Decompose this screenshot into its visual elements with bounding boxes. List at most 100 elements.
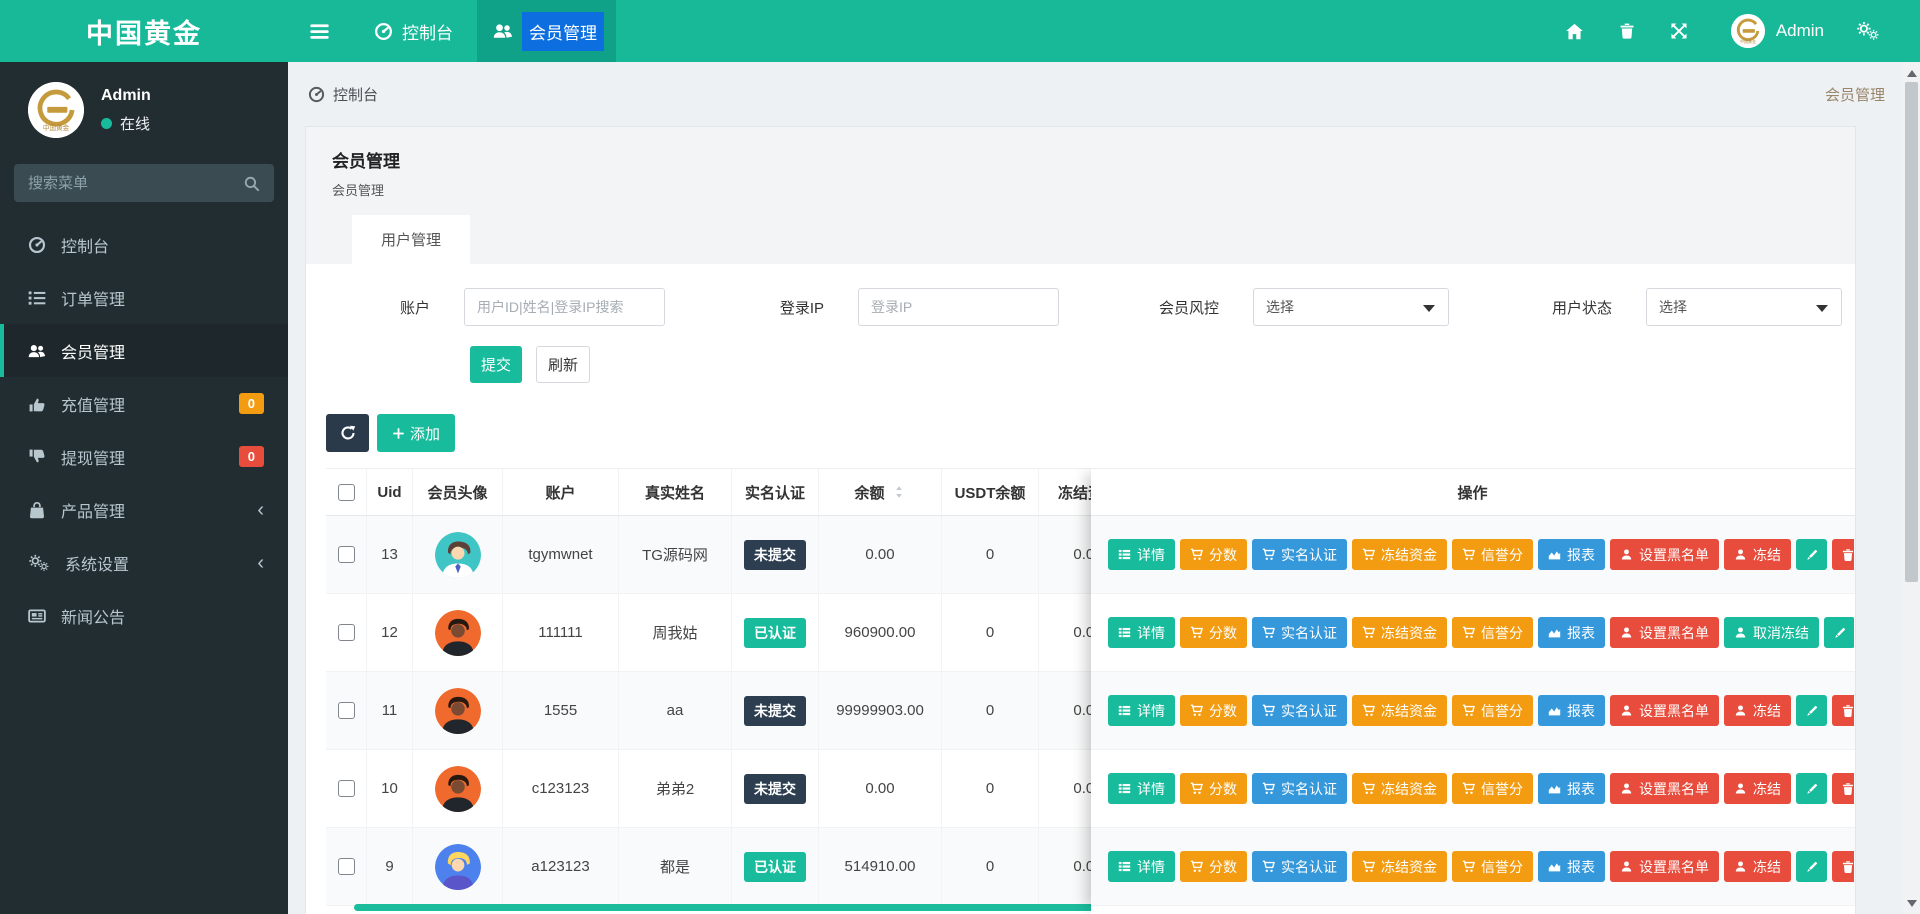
- action-credit-button[interactable]: 信誉分: [1452, 851, 1533, 882]
- action-freeze-funds-button[interactable]: 冻结资金: [1352, 851, 1447, 882]
- action-detail-button[interactable]: 详情: [1108, 773, 1175, 804]
- row-checkbox[interactable]: [337, 624, 355, 641]
- action-edit-button[interactable]: [1796, 851, 1827, 882]
- action-blacklist-button[interactable]: 设置黑名单: [1610, 851, 1719, 882]
- header-账户: 账户: [502, 469, 618, 515]
- sidebar-item-充值管理[interactable]: 充值管理 0: [0, 377, 288, 430]
- action-edit-button[interactable]: [1796, 539, 1827, 570]
- action-realname-button[interactable]: 实名认证: [1252, 851, 1347, 882]
- tab-user-management[interactable]: 用户管理: [352, 215, 471, 264]
- scroll-up-button[interactable]: [1903, 64, 1920, 80]
- home-button[interactable]: [1549, 0, 1601, 62]
- action-freeze-funds-button[interactable]: 冻结资金: [1352, 539, 1447, 570]
- sidebar-item-系统设置[interactable]: 系统设置 ‹: [0, 536, 288, 589]
- action-score-button[interactable]: 分数: [1180, 695, 1247, 726]
- action-label: 分数: [1209, 858, 1237, 875]
- verify-cell: 已认证: [731, 828, 818, 905]
- action-blacklist-button[interactable]: 设置黑名单: [1610, 539, 1719, 570]
- login-ip-input[interactable]: [858, 288, 1059, 326]
- action-edit-button[interactable]: [1796, 695, 1827, 726]
- cart-icon: [1462, 626, 1475, 639]
- submit-button[interactable]: 提交: [470, 346, 522, 383]
- action-freeze-button[interactable]: 冻结: [1724, 695, 1791, 726]
- action-credit-button[interactable]: 信誉分: [1452, 539, 1533, 570]
- action-freeze-funds-button[interactable]: 冻结资金: [1352, 695, 1447, 726]
- settings-button[interactable]: [1842, 0, 1894, 62]
- action-realname-button[interactable]: 实名认证: [1252, 773, 1347, 804]
- brand-logo[interactable]: 中国黄金: [0, 0, 288, 62]
- action-edit-button[interactable]: [1796, 773, 1827, 804]
- account-search-input[interactable]: [464, 288, 665, 326]
- breadcrumb-home[interactable]: 控制台: [333, 84, 378, 105]
- action-report-button[interactable]: 报表: [1538, 773, 1605, 804]
- nav-tab-console[interactable]: 控制台: [350, 0, 477, 62]
- action-delete-button[interactable]: [1832, 539, 1854, 570]
- user-status-select[interactable]: 选择: [1646, 288, 1842, 326]
- sidebar-item-控制台[interactable]: 控制台: [0, 218, 288, 271]
- action-edit-button[interactable]: [1824, 617, 1854, 648]
- action-score-button[interactable]: 分数: [1180, 617, 1247, 648]
- refresh-button[interactable]: 刷新: [536, 346, 590, 383]
- menu-search-input[interactable]: [28, 174, 243, 192]
- action-credit-button[interactable]: 信誉分: [1452, 617, 1533, 648]
- action-score-button[interactable]: 分数: [1180, 539, 1247, 570]
- action-report-button[interactable]: 报表: [1538, 617, 1605, 648]
- action-blacklist-button[interactable]: 设置黑名单: [1610, 773, 1719, 804]
- action-freeze-button[interactable]: 冻结: [1724, 773, 1791, 804]
- select-all-checkbox[interactable]: [337, 483, 355, 501]
- action-report-button[interactable]: 报表: [1538, 695, 1605, 726]
- action-detail-button[interactable]: 详情: [1108, 617, 1175, 648]
- action-delete-button[interactable]: [1832, 851, 1854, 882]
- action-freeze-funds-button[interactable]: 冻结资金: [1352, 773, 1447, 804]
- row-checkbox[interactable]: [337, 858, 355, 875]
- sidebar-toggle-button[interactable]: [288, 0, 350, 62]
- add-member-button[interactable]: 添加: [377, 414, 456, 452]
- reload-table-button[interactable]: [326, 414, 369, 452]
- user-menu[interactable]: Admin: [1705, 14, 1842, 48]
- risk-select[interactable]: 选择: [1253, 288, 1449, 326]
- action-freeze-button[interactable]: 冻结: [1724, 851, 1791, 882]
- sidebar-item-产品管理[interactable]: 产品管理 ‹: [0, 483, 288, 536]
- action-blacklist-button[interactable]: 设置黑名单: [1610, 695, 1719, 726]
- action-unfreeze-button[interactable]: 取消冻结: [1724, 617, 1819, 648]
- sidebar-item-会员管理[interactable]: 会员管理: [0, 324, 288, 377]
- action-freeze-funds-button[interactable]: 冻结资金: [1352, 617, 1447, 648]
- action-blacklist-button[interactable]: 设置黑名单: [1610, 617, 1719, 648]
- action-credit-button[interactable]: 信誉分: [1452, 695, 1533, 726]
- vertical-scrollbar-thumb[interactable]: [1905, 82, 1918, 582]
- row-checkbox[interactable]: [337, 702, 355, 719]
- action-detail-button[interactable]: 详情: [1108, 851, 1175, 882]
- arrow-up-icon: [1906, 65, 1917, 77]
- member-avatar: [435, 610, 481, 656]
- scroll-down-button[interactable]: [1903, 896, 1920, 912]
- action-report-button[interactable]: 报表: [1538, 539, 1605, 570]
- action-realname-button[interactable]: 实名认证: [1252, 617, 1347, 648]
- action-realname-button[interactable]: 实名认证: [1252, 539, 1347, 570]
- action-score-button[interactable]: 分数: [1180, 851, 1247, 882]
- verify-cell: 未提交: [731, 516, 818, 593]
- sidebar-item-提现管理[interactable]: 提现管理 0: [0, 430, 288, 483]
- clear-cache-button[interactable]: [1601, 0, 1653, 62]
- action-realname-button[interactable]: 实名认证: [1252, 695, 1347, 726]
- search-icon[interactable]: [243, 175, 260, 192]
- action-delete-button[interactable]: [1832, 695, 1854, 726]
- action-report-button[interactable]: 报表: [1538, 851, 1605, 882]
- action-credit-button[interactable]: 信誉分: [1452, 773, 1533, 804]
- cell-value: 11: [381, 702, 398, 719]
- action-freeze-button[interactable]: 冻结: [1724, 539, 1791, 570]
- sidebar-item-订单管理[interactable]: 订单管理: [0, 271, 288, 324]
- action-detail-button[interactable]: 详情: [1108, 695, 1175, 726]
- sidebar-item-新闻公告[interactable]: 新闻公告: [0, 589, 288, 642]
- row-checkbox[interactable]: [337, 780, 355, 797]
- nav-tab-members[interactable]: 会员管理: [477, 0, 616, 62]
- fullscreen-button[interactable]: [1653, 0, 1705, 62]
- cart-icon: [1462, 548, 1475, 561]
- horizontal-scrollbar-thumb[interactable]: [354, 904, 1151, 911]
- member-avatar: [435, 532, 481, 578]
- action-detail-button[interactable]: 详情: [1108, 539, 1175, 570]
- action-delete-button[interactable]: [1832, 773, 1854, 804]
- trash-icon: [1841, 548, 1855, 562]
- header-余额[interactable]: 余额: [818, 469, 941, 515]
- action-score-button[interactable]: 分数: [1180, 773, 1247, 804]
- row-checkbox[interactable]: [337, 546, 355, 563]
